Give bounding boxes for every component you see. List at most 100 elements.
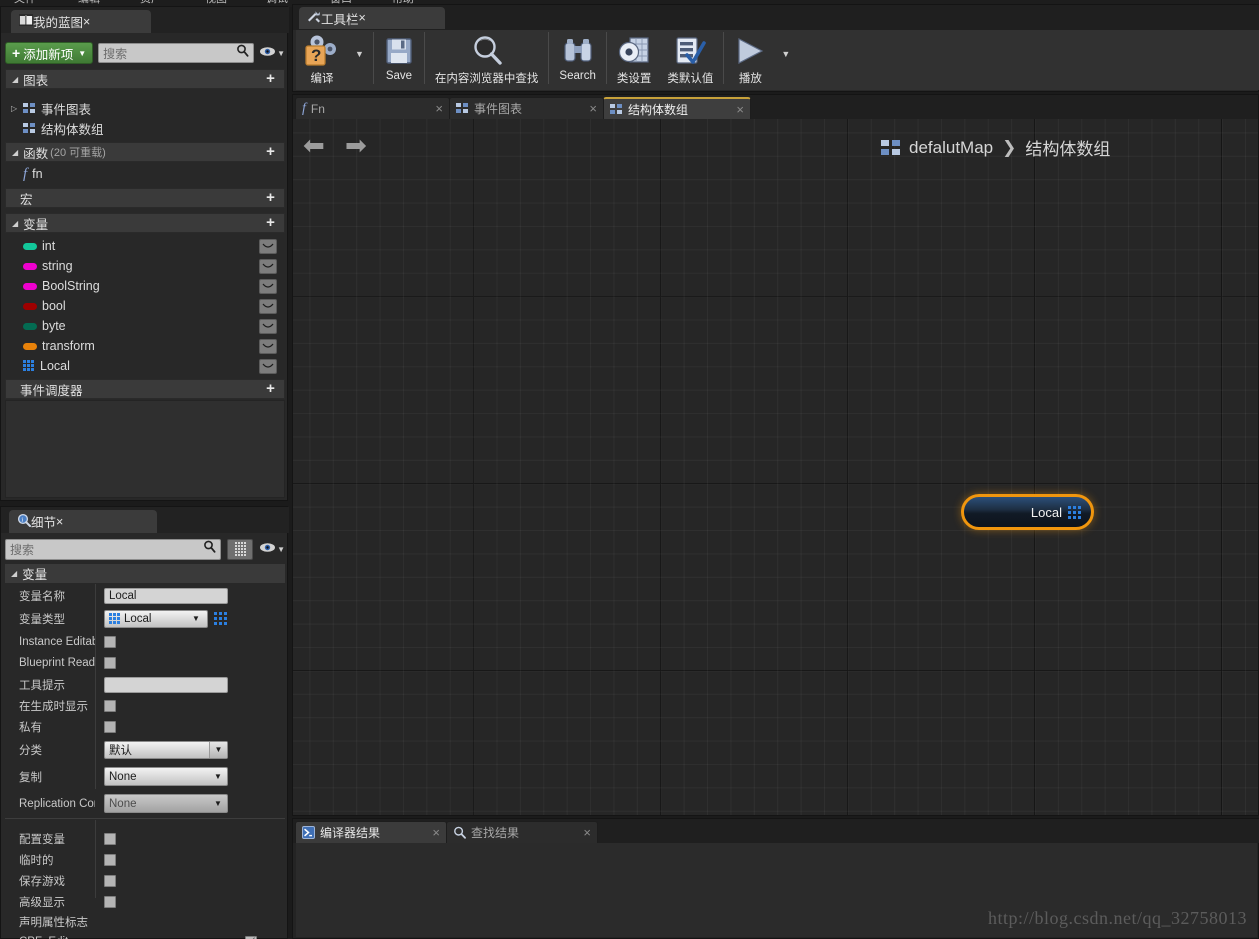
tree-item-event-graph[interactable]: ▷ 事件图表 [5, 98, 285, 118]
section-header-functions[interactable]: ◢ 函数 (20 可重载) + [5, 142, 285, 162]
compile-dropdown-caret-icon[interactable]: ▼ [348, 49, 371, 59]
breadcrumb-root[interactable]: defalutMap [909, 138, 993, 158]
search-button[interactable]: Search [551, 30, 603, 88]
toolbar-panel: 工具栏 × ? 编译 ▼ Save 在内容浏览器中查找 Search 类设置 类… [292, 4, 1259, 92]
struct-icon[interactable] [1068, 505, 1081, 519]
variable-row-transform[interactable]: transform [5, 336, 285, 356]
section-header-variables[interactable]: ◢ 变量 + [5, 213, 285, 233]
tab-my-blueprint-close[interactable]: × [83, 15, 90, 29]
details-search-input[interactable]: 搜索 [5, 538, 222, 560]
add-new-button[interactable]: + 添加新项 ▼ [5, 42, 94, 64]
tab-event-graph-close[interactable]: × [585, 102, 597, 115]
play-button[interactable]: 播放 [726, 30, 774, 88]
variable-type-dropdown[interactable]: Local ▼ [104, 609, 208, 628]
menu-item-2[interactable]: 资产 [140, 0, 162, 5]
tab-details-close[interactable]: × [56, 515, 63, 529]
variable-name-input[interactable]: Local [104, 587, 228, 604]
tab-fn[interactable]: f Fn × [295, 97, 450, 119]
config-variable-checkbox[interactable] [104, 832, 116, 845]
tab-fn-close[interactable]: × [431, 102, 443, 115]
variable-row-byte[interactable]: byte [5, 316, 285, 336]
chevron-down-icon: ▼ [277, 48, 285, 58]
details-visibility-button[interactable]: ▼ [259, 540, 285, 558]
forward-arrow-icon[interactable]: ➡ [345, 132, 367, 158]
tab-struct-array[interactable]: 结构体数组 × [603, 97, 751, 119]
tab-find-results-close[interactable]: × [579, 826, 591, 839]
section-header-graphs[interactable]: ◢ 图表 + [5, 69, 285, 89]
toolbar-separator [423, 32, 425, 84]
section-header-variables-label: 变量 [23, 217, 49, 232]
play-dropdown-caret-icon[interactable]: ▼ [774, 49, 797, 59]
variable-row-int[interactable]: int [5, 236, 285, 256]
add-variable-button[interactable]: + [263, 215, 278, 231]
tree-item-struct-array[interactable]: 结构体数组 [5, 118, 285, 138]
section-header-macros[interactable]: 宏 + [5, 188, 285, 208]
eye-closed-icon[interactable] [259, 238, 277, 254]
variable-row-bool[interactable]: bool [5, 296, 285, 316]
private-checkbox[interactable] [104, 720, 116, 733]
eye-closed-icon[interactable] [259, 338, 277, 354]
tab-struct-array-close[interactable]: × [732, 103, 744, 116]
tab-toolbar[interactable]: 工具栏 × [299, 7, 445, 29]
eye-closed-icon[interactable] [259, 298, 277, 314]
details-grid-view-button[interactable] [227, 538, 254, 560]
show-on-spawn-checkbox[interactable] [104, 699, 116, 712]
back-arrow-icon[interactable]: ⬅ [303, 132, 325, 158]
tab-toolbar-close[interactable]: × [359, 11, 366, 25]
transient-checkbox[interactable] [104, 853, 116, 866]
menu-item-3[interactable]: 视图 [205, 0, 227, 5]
menu-item-0[interactable]: 文件 [14, 0, 36, 5]
flag-row-advanced-display: 高级显示 [5, 891, 285, 912]
tab-compiler-results[interactable]: 编译器结果 × [295, 821, 447, 843]
tab-my-blueprint[interactable]: 我的蓝图 × [11, 10, 151, 33]
compiler-results-body[interactable]: http://blog.csdn.net/qq_32758013 [296, 843, 1257, 937]
variable-row-local[interactable]: Local [5, 356, 285, 376]
eye-closed-icon[interactable] [259, 278, 277, 294]
replication-condition-dropdown[interactable]: None ▼ [104, 794, 228, 813]
blueprint-node-local-label: Local [1030, 504, 1062, 520]
eye-closed-icon[interactable] [259, 358, 277, 374]
blueprint-graph-canvas[interactable]: ⬅ ➡ defalutMap ❯ 结构体数组 Local [293, 119, 1258, 815]
cpf-edit-checkbox[interactable] [245, 934, 257, 939]
tab-details[interactable]: i 细节 × [9, 510, 157, 533]
category-dropdown[interactable]: 默认 ▼ [104, 740, 228, 759]
save-game-checkbox[interactable] [104, 874, 116, 887]
add-graph-button[interactable]: + [263, 71, 278, 87]
tab-compiler-results-close[interactable]: × [428, 826, 440, 839]
add-event-dispatcher-button[interactable]: + [263, 381, 278, 397]
details-section-variable[interactable]: ◢ 变量 [5, 564, 285, 583]
variable-row-boolstring[interactable]: BoolString [5, 276, 285, 296]
property-row-replication-condition: Replication Con None ▼ [5, 793, 285, 814]
add-function-button[interactable]: + [263, 144, 278, 160]
tab-event-graph[interactable]: 事件图表 × [449, 97, 604, 119]
variable-type-container-icon[interactable] [214, 611, 228, 626]
class-settings-button[interactable]: 类设置 [609, 30, 660, 88]
eye-closed-icon[interactable] [259, 258, 277, 274]
eye-closed-icon[interactable] [259, 318, 277, 334]
compile-button[interactable]: ? 编译 [296, 30, 348, 88]
tab-find-results[interactable]: 查找结果 × [446, 821, 598, 843]
advanced-display-checkbox[interactable] [104, 895, 116, 908]
replication-value: None [109, 770, 137, 783]
find-in-content-browser-button[interactable]: 在内容浏览器中查找 [427, 30, 547, 88]
my-blueprint-visibility-button[interactable]: ▼ [259, 44, 285, 62]
blueprint-read-checkbox[interactable] [104, 656, 116, 669]
section-header-event-dispatchers[interactable]: 事件调度器 + [5, 379, 285, 399]
tree-item-fn[interactable]: f fn [5, 164, 285, 184]
instance-editable-checkbox[interactable] [104, 635, 116, 648]
blueprint-node-local[interactable]: Local [961, 494, 1094, 530]
search-icon [236, 44, 249, 62]
menu-item-4[interactable]: 调试 [266, 0, 288, 5]
menu-item-1[interactable]: 编辑 [78, 0, 100, 5]
class-defaults-checklist-icon [674, 33, 707, 69]
property-label-replication-condition: Replication Con [19, 797, 95, 810]
expander-triangle-icon[interactable]: ▷ [11, 104, 23, 113]
variable-row-string[interactable]: string [5, 256, 285, 276]
save-button[interactable]: Save [376, 30, 422, 88]
tooltip-input[interactable] [104, 676, 228, 693]
property-label-blueprint-read: Blueprint Read [19, 656, 95, 669]
my-blueprint-search-input[interactable]: 搜索 [98, 43, 255, 63]
add-macro-button[interactable]: + [263, 190, 278, 206]
replication-dropdown[interactable]: None ▼ [104, 767, 228, 786]
class-defaults-button[interactable]: 类默认值 [659, 30, 721, 88]
